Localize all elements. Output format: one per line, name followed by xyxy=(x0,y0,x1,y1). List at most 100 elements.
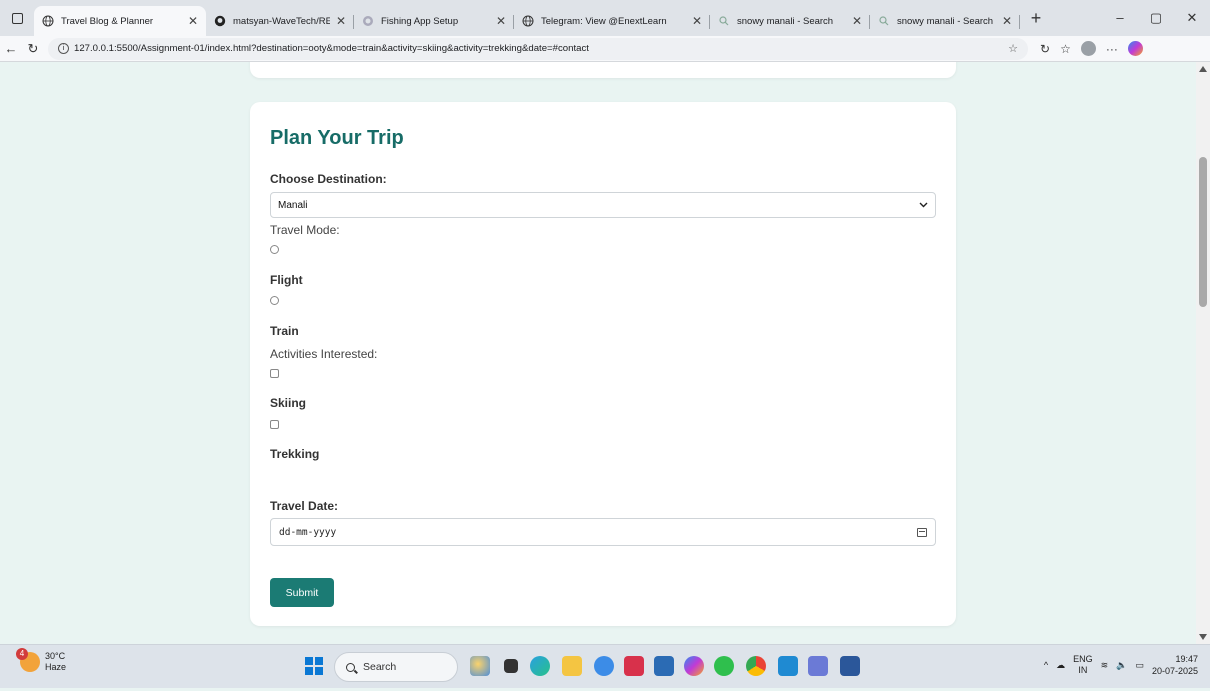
page-viewport: Plan Your Trip Choose Destination: Manal… xyxy=(0,62,1196,644)
taskbar-search[interactable]: Search xyxy=(334,652,458,682)
edge-browser-icon[interactable] xyxy=(530,656,550,676)
tab-travel-blog[interactable]: Travel Blog & Planner ✕ xyxy=(34,6,206,36)
globe-icon xyxy=(522,15,534,27)
scroll-thumb[interactable] xyxy=(1199,157,1207,307)
flight-label: Flight xyxy=(270,273,303,287)
window-controls: – ▢ ✕ xyxy=(1102,0,1210,36)
site-info-icon[interactable]: i xyxy=(58,43,69,54)
copilot-icon[interactable] xyxy=(1127,41,1143,56)
trekking-label: Trekking xyxy=(270,447,320,461)
weather-widget[interactable]: 4 30°C Haze xyxy=(16,648,67,673)
globe-icon xyxy=(42,15,54,27)
whatsapp-icon[interactable] xyxy=(714,656,734,676)
weather-sun-icon: 4 xyxy=(16,648,40,672)
wifi-icon[interactable]: ≋ xyxy=(1101,660,1109,671)
tab-close-icon[interactable]: ✕ xyxy=(496,14,506,28)
activities-label: Activities Interested: xyxy=(270,347,378,361)
clock-time: 19:47 xyxy=(1175,654,1198,664)
date-placeholder: dd-mm-yyyy xyxy=(279,526,337,538)
flight-radio[interactable] xyxy=(270,245,279,254)
address-bar[interactable]: i 127.0.0.1:5500/Assignment-01/index.htm… xyxy=(48,37,1028,60)
scroll-down-arrow-icon[interactable] xyxy=(1199,634,1207,640)
favorites-icon[interactable]: ☆ xyxy=(1060,42,1071,56)
tab-close-icon[interactable]: ✕ xyxy=(336,14,346,28)
tab-title: Fishing App Setup xyxy=(381,15,459,27)
search-icon xyxy=(718,15,730,27)
page-scrollbar[interactable] xyxy=(1196,62,1210,644)
minimize-button[interactable]: – xyxy=(1102,0,1138,36)
word-icon[interactable] xyxy=(840,656,860,676)
tab-close-icon[interactable]: ✕ xyxy=(1002,14,1012,28)
travel-date-label: Travel Date: xyxy=(270,499,339,513)
task-view-icon[interactable] xyxy=(504,659,518,673)
chevron-down-icon xyxy=(919,200,928,210)
tab-title: Travel Blog & Planner xyxy=(61,15,154,27)
skiing-label: Skiing xyxy=(270,396,307,410)
notepad-icon[interactable] xyxy=(808,656,828,676)
url-text: 127.0.0.1:5500/Assignment-01/index.html?… xyxy=(74,43,589,54)
tab-close-icon[interactable]: ✕ xyxy=(188,14,198,28)
vscode-icon[interactable] xyxy=(778,656,798,676)
previous-section-card xyxy=(250,62,956,78)
close-window-button[interactable]: ✕ xyxy=(1174,0,1210,36)
tab-snowy-manali-images[interactable]: snowy manali - Search Imag ✕ xyxy=(870,6,1020,36)
tab-actions-icon[interactable] xyxy=(0,0,34,36)
destination-label: Choose Destination: xyxy=(270,172,387,186)
train-radio[interactable] xyxy=(270,296,279,305)
weather-temp: 30°C xyxy=(45,651,66,661)
weather-condition: Haze xyxy=(45,662,67,672)
new-tab-button[interactable]: + xyxy=(1024,8,1048,29)
region-code: IN xyxy=(1078,665,1088,675)
refresh-icon[interactable]: ↻ xyxy=(22,41,44,57)
volume-icon[interactable]: 🔈 xyxy=(1116,660,1127,671)
cloud-sync-icon[interactable]: ☁ xyxy=(1056,660,1065,671)
browser-toolbar: ← ↻ i 127.0.0.1:5500/Assignment-01/index… xyxy=(0,36,1210,62)
weather-badge: 4 xyxy=(16,648,28,660)
tab-title: snowy manali - Search Imag xyxy=(897,15,996,27)
widget-app-icon[interactable] xyxy=(470,656,490,676)
submit-button[interactable]: Submit xyxy=(270,578,334,607)
page-title: Plan Your Trip xyxy=(270,127,404,149)
mcafee-icon[interactable] xyxy=(624,656,644,676)
language-indicator[interactable]: ENG IN xyxy=(1073,654,1093,676)
tab-github[interactable]: matsyan-WaveTech/READM ✕ xyxy=(206,6,354,36)
tab-snowy-manali-search[interactable]: snowy manali - Search ✕ xyxy=(710,6,870,36)
plan-trip-card: Plan Your Trip Choose Destination: Manal… xyxy=(250,102,956,626)
tab-telegram[interactable]: Telegram: View @EnextLearn ✕ xyxy=(514,6,710,36)
copilot-app-icon[interactable] xyxy=(684,656,704,676)
settings-app-icon[interactable] xyxy=(594,656,614,676)
chat-icon xyxy=(362,15,374,27)
tab-title: Telegram: View @EnextLearn xyxy=(541,15,667,27)
github-icon xyxy=(214,15,226,27)
maximize-button[interactable]: ▢ xyxy=(1138,0,1174,36)
train-label: Train xyxy=(270,324,299,338)
scroll-up-arrow-icon[interactable] xyxy=(1199,66,1207,72)
tab-fishing-app[interactable]: Fishing App Setup ✕ xyxy=(354,6,514,36)
clock[interactable]: 19:47 20-07-2025 xyxy=(1152,653,1198,677)
travel-date-input[interactable]: dd-mm-yyyy xyxy=(270,518,936,546)
chrome-icon[interactable] xyxy=(746,656,766,676)
tab-close-icon[interactable]: ✕ xyxy=(852,14,862,28)
back-arrow-icon[interactable]: ← xyxy=(0,41,22,56)
show-hidden-icons-chevron-icon[interactable]: ^ xyxy=(1044,660,1048,670)
language-code: ENG xyxy=(1073,654,1093,664)
destination-selected-value: Manali xyxy=(278,199,308,211)
tab-strip: Travel Blog & Planner ✕ matsyan-WaveTech… xyxy=(0,0,1210,36)
refresh-extension-icon[interactable]: ↻ xyxy=(1040,42,1050,56)
more-menu-icon[interactable]: ··· xyxy=(1106,42,1118,56)
taskbar: 4 30°C Haze Search ^ ☁ ENG IN ≋ 🔈 ▭ 19:4… xyxy=(0,644,1210,688)
clock-date: 20-07-2025 xyxy=(1151,666,1198,676)
destination-select[interactable]: Manali xyxy=(270,192,936,218)
tab-close-icon[interactable]: ✕ xyxy=(692,14,702,28)
system-tray: ^ ☁ ENG IN ≋ 🔈 ▭ 19:47 20-07-2025 xyxy=(1044,653,1198,677)
favorite-star-icon[interactable]: ☆ xyxy=(1008,42,1018,55)
file-explorer-icon[interactable] xyxy=(562,656,582,676)
windows-start-icon[interactable] xyxy=(305,657,323,675)
calendar-icon[interactable] xyxy=(917,527,927,537)
store-app-icon[interactable] xyxy=(654,656,674,676)
trekking-checkbox[interactable] xyxy=(270,420,279,429)
travel-mode-label: Travel Mode: xyxy=(270,223,340,237)
battery-icon[interactable]: ▭ xyxy=(1135,660,1144,671)
profile-avatar[interactable] xyxy=(1080,41,1096,56)
skiing-checkbox[interactable] xyxy=(270,369,279,378)
